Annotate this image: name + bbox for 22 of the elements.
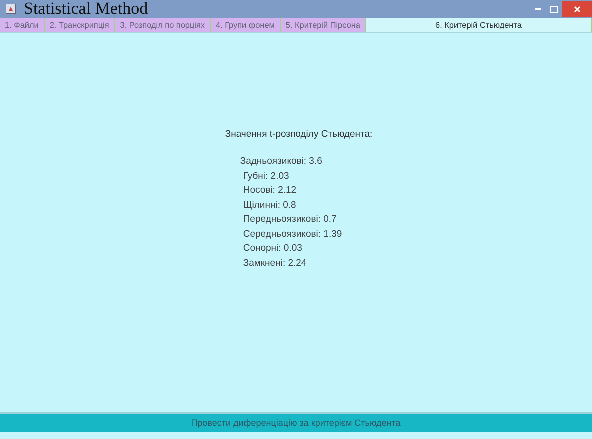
tab[interactable]: 4. Групи фонем [210,18,281,32]
results-heading: Значення t-розподілу Стьюдента: [225,129,373,140]
tab[interactable]: 3. Розподіл по порціях [115,18,211,32]
app-icon [6,4,16,14]
result-line: Носові: 2.12 [243,184,298,198]
maximize-icon [550,6,558,12]
result-line: Губні: 2.03 [243,170,290,184]
close-icon [574,6,580,12]
result-line: Передньоязикові: 0.7 [243,213,338,227]
window-title: Statistical Method [24,0,150,19]
result-line: Замкнені: 2.24 [243,256,308,270]
result-line: Середньоязикові: 1.39 [243,228,344,242]
tab[interactable]: 2. Транскрипція [44,18,116,32]
result-line: Задньоязикові: 3.6 [240,155,324,169]
tab[interactable]: 5. Критерій Пірсона [280,18,366,32]
tab[interactable]: 6. Критерій Стьюдента [366,18,592,32]
tab[interactable]: 1. Файли [0,18,45,32]
result-line: Щілинні: 0.8 [243,198,298,212]
result-line: Сонорні: 0.03 [243,242,304,256]
minimize-icon [535,8,541,10]
close-button[interactable] [562,1,592,17]
differentiate-button[interactable]: Провести диференціацію за критерієм Стьюдента [0,412,592,432]
